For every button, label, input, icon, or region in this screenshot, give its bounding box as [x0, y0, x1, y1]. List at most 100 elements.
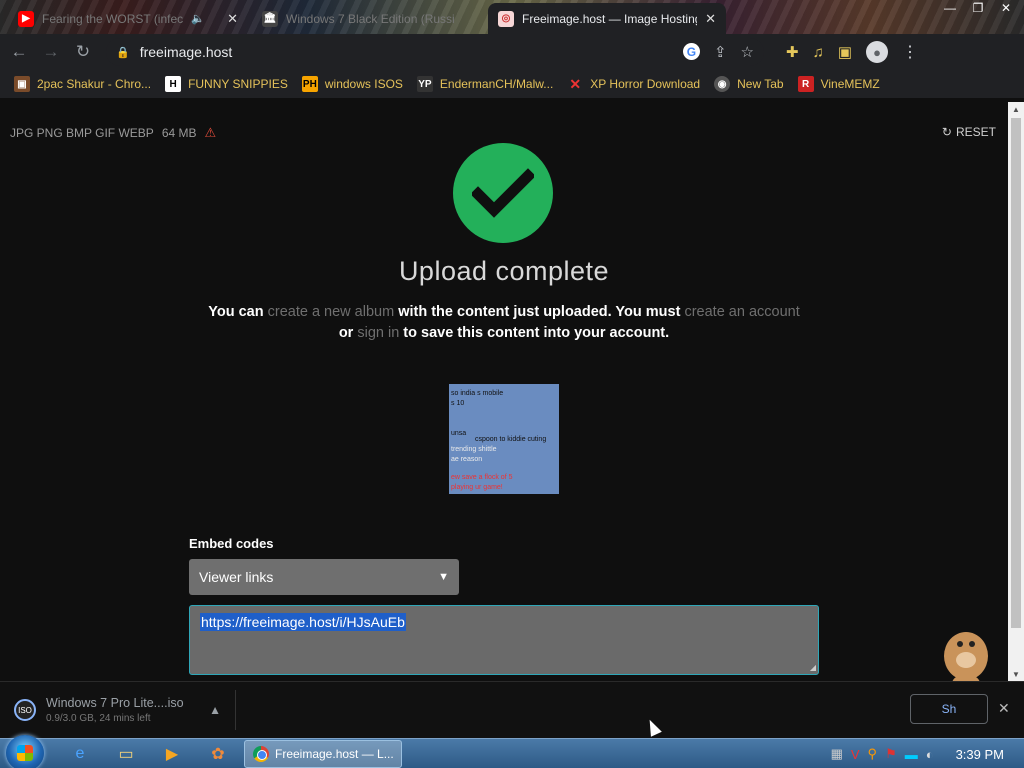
thumbnail-text: so india s mobile	[451, 390, 504, 397]
restore-icon[interactable]: ❐	[966, 0, 990, 16]
download-shelf: ISO Windows 7 Pro Lite....iso 0.9/3.0 GB…	[0, 681, 1024, 738]
extensions-icon[interactable]: ✚	[786, 43, 799, 61]
scroll-down-icon[interactable]: ▼	[1008, 667, 1024, 681]
embed-type-value: Viewer links	[199, 569, 274, 585]
close-shelf-icon[interactable]: ✕	[998, 700, 1010, 717]
internet-explorer-icon[interactable]: e	[60, 741, 100, 767]
tray-app-icon[interactable]: ▦	[831, 746, 843, 762]
paint-icon[interactable]: ✿	[198, 741, 238, 767]
google-icon[interactable]: G	[682, 43, 700, 60]
hamster-sticker	[944, 632, 988, 681]
window-controls: — ❐ ✕	[938, 0, 1018, 18]
thumbnail-text: ew save a flock of 5	[451, 474, 513, 481]
media-icon[interactable]: ♫	[813, 44, 824, 61]
message-text: to save this content into your account.	[403, 325, 670, 341]
close-window-icon[interactable]: ✕	[994, 0, 1018, 16]
thumbnail-text: trending shittle	[451, 446, 497, 453]
tab-title: Fearing the WORST (infec	[42, 11, 184, 26]
menu-icon[interactable]: ⋮	[902, 42, 918, 62]
scroll-up-icon[interactable]: ▲	[1008, 102, 1024, 116]
bookmark-xp-horror[interactable]: ✕ XP Horror Download	[567, 76, 700, 92]
star-icon[interactable]: ☆	[741, 43, 754, 61]
close-tab-icon[interactable]: ✕	[705, 11, 716, 27]
chevron-up-icon[interactable]: ▲	[209, 703, 221, 717]
supported-formats: JPG PNG BMP GIF WEBP	[10, 126, 154, 140]
thumbnail-text: ae reason	[451, 456, 483, 463]
reload-icon[interactable]: ↻	[70, 39, 96, 65]
message-text: You can	[208, 304, 264, 320]
bookmark-2pac[interactable]: ▣ 2pac Shakur - Chro...	[14, 76, 151, 92]
scrollbar-thumb[interactable]	[1011, 118, 1021, 628]
side-panel-icon[interactable]: ▣	[838, 43, 852, 61]
audio-icon[interactable]: 🔈	[191, 12, 205, 25]
bookmark-label: XP Horror Download	[590, 77, 701, 91]
clock[interactable]: 3:39 PM	[956, 747, 1004, 762]
sign-in-link[interactable]: sign in	[357, 325, 399, 341]
reset-button[interactable]: ↻ RESET	[942, 125, 996, 139]
bookmarks-bar: ▣ 2pac Shakur - Chro... H FUNNY SNIPPIES…	[0, 70, 1024, 98]
resize-handle-icon[interactable]: ◢	[810, 663, 816, 672]
bookmark-endermanch[interactable]: YP EndermanCH/Malw...	[416, 76, 554, 92]
uploaded-image-thumbnail[interactable]: so india s mobile s 10 unsa cspoon to ki…	[449, 384, 559, 494]
bookmark-label: 2pac Shakur - Chro...	[37, 77, 152, 91]
newtab-icon: ◉	[714, 76, 731, 92]
file-explorer-icon[interactable]: ▭	[106, 741, 146, 767]
start-button[interactable]	[6, 735, 44, 768]
ph-icon: PH	[301, 76, 318, 92]
close-tab-icon[interactable]: ✕	[227, 11, 238, 27]
reset-label: RESET	[955, 125, 996, 139]
address-url[interactable]: freeimage.host	[140, 44, 233, 60]
download-filename: Windows 7 Pro Lite....iso	[46, 696, 184, 710]
download-item[interactable]: ISO Windows 7 Pro Lite....iso 0.9/3.0 GB…	[14, 690, 236, 730]
bookmark-new-tab[interactable]: ◉ New Tab	[714, 76, 784, 92]
embed-codes-label: Embed codes	[189, 536, 274, 551]
h-icon: H	[165, 76, 182, 92]
antivirus-icon[interactable]: V	[851, 747, 860, 762]
media-player-icon[interactable]: ▶	[152, 741, 192, 767]
page-scrollbar[interactable]: ▲ ▼	[1008, 102, 1024, 681]
address-bar[interactable]: 🔒 freeimage.host G ⇪ ☆	[106, 38, 764, 66]
tab-windows7[interactable]: 🏛 Windows 7 Black Edition (Russi	[252, 3, 488, 34]
create-account-link[interactable]: create an account	[684, 304, 799, 320]
create-album-link[interactable]: create a new album	[268, 304, 395, 320]
back-icon[interactable]: ←	[6, 39, 32, 65]
minimize-icon[interactable]: —	[938, 0, 962, 16]
x-icon: ✕	[569, 75, 582, 92]
volume-icon[interactable]: ◐	[926, 747, 934, 762]
freeimage-icon: ◎	[498, 10, 514, 27]
forward-icon[interactable]: →	[38, 39, 64, 65]
upload-message: You can create a new album with the cont…	[180, 302, 828, 344]
thumbnail-text: cspoon to kiddie cuting	[475, 436, 547, 443]
tab-youtube[interactable]: ▶ Fearing the WORST (infec 🔈 ✕	[8, 3, 248, 34]
show-all-button[interactable]: Sh	[910, 694, 988, 724]
yp-icon: YP	[416, 76, 433, 92]
taskbar-chrome-window[interactable]: Freeimage.host — L...	[244, 740, 402, 768]
chrome-icon	[253, 746, 269, 762]
iso-file-icon: ISO	[14, 699, 36, 721]
bookmark-windows-isos[interactable]: PH windows ISOS	[301, 76, 403, 92]
bookmark-label: windows ISOS	[324, 77, 403, 91]
message-text: or	[338, 325, 354, 341]
search-icon[interactable]: ⚲	[868, 746, 878, 762]
bookmark-label: EndermanCH/Malw...	[439, 77, 554, 91]
address-bar-actions: G ⇪ ☆	[682, 43, 764, 61]
bookmark-funny-snippies[interactable]: H FUNNY SNIPPIES	[165, 76, 288, 92]
windows-logo-icon	[17, 745, 33, 761]
flag-icon[interactable]: ⚑	[885, 746, 897, 762]
profile-icon[interactable]: ●	[866, 41, 889, 63]
embed-code-value[interactable]: https://freeimage.host/i/HJsAuEb	[200, 613, 406, 631]
system-tray: ▦ V ⚲ ⚑ ▬ ◐ 3:39 PM	[831, 739, 1024, 768]
thumbnail-text: s 10	[451, 400, 465, 407]
windows-taskbar: e ▭ ▶ ✿ Freeimage.host — L... ▦ V ⚲ ⚑ ▬ …	[0, 735, 1024, 768]
embed-code-textarea[interactable]: https://freeimage.host/i/HJsAuEb ◢	[189, 605, 819, 675]
archive-icon: 🏛	[262, 10, 278, 27]
bookmark-label: FUNNY SNIPPIES	[188, 77, 288, 91]
r-icon: R	[797, 76, 814, 92]
network-icon[interactable]: ▬	[905, 747, 918, 762]
tab-freeimage[interactable]: ◎ Freeimage.host — Image Hosting ✕	[488, 3, 726, 34]
lock-icon[interactable]: 🔒	[116, 46, 130, 59]
bookmark-vinememz[interactable]: R VineMEMZ	[797, 76, 880, 92]
embed-type-select[interactable]: Viewer links ▼	[189, 559, 459, 595]
share-icon[interactable]: ⇪	[714, 43, 727, 61]
warning-icon[interactable]: ⚠	[205, 125, 217, 141]
